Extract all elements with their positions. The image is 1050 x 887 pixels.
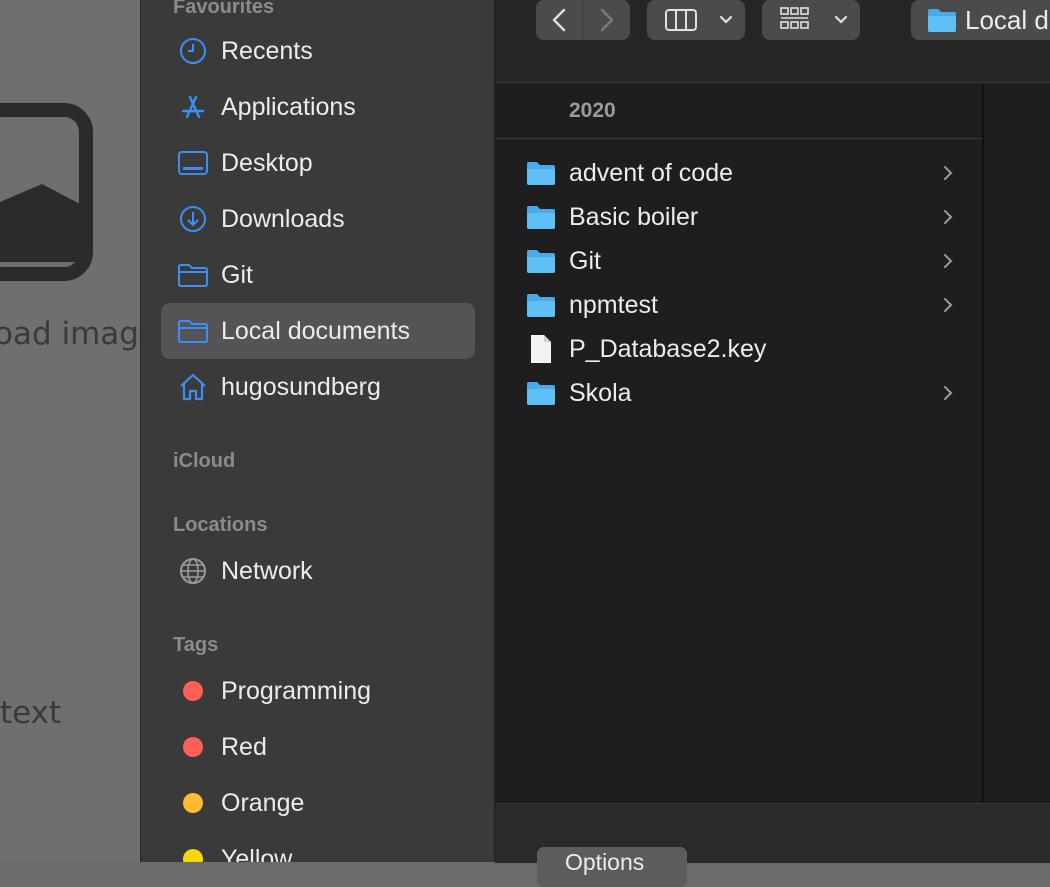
sidebar-item-desktop[interactable]: Desktop [161, 135, 475, 191]
chevron-right-icon [941, 163, 955, 183]
folder-icon [525, 157, 557, 189]
list-item[interactable]: P_Database2.key [525, 327, 955, 371]
folder-icon [177, 315, 209, 347]
sidebar-item-label: hugosundberg [221, 372, 381, 401]
sidebar-item-label: Desktop [221, 148, 313, 177]
columns-view-icon [665, 9, 697, 31]
folder-icon [525, 201, 557, 233]
list-item[interactable]: npmtest [525, 283, 955, 327]
folder-icon [927, 7, 957, 33]
item-label: Git [569, 246, 601, 275]
favourites-title: Favourites [173, 0, 275, 18]
sidebar-item-label: Programming [221, 676, 372, 705]
chevron-down-icon [834, 15, 848, 24]
upload-image-text: oad image [0, 316, 142, 352]
sidebar: Favourites Recents Applications Desktop … [140, 0, 495, 862]
folder-icon [525, 245, 557, 277]
sidebar-item-label: Local documents [221, 316, 411, 345]
sidebar-item-label: Orange [221, 788, 305, 817]
sidebar-item-applications[interactable]: Applications [161, 79, 475, 135]
sidebar-item-downloads[interactable]: Downloads [161, 191, 475, 247]
sidebar-item-tag-yellow[interactable]: Yellow [161, 831, 475, 862]
chevron-left-icon [552, 8, 566, 32]
sidebar-item-git[interactable]: Git [161, 247, 475, 303]
downloads-icon [177, 203, 209, 235]
chevron-right-icon [941, 207, 955, 227]
item-label: P_Database2.key [569, 334, 767, 363]
icloud-title: iCloud [173, 450, 236, 472]
options-button[interactable]: Options [537, 847, 687, 887]
tag-dot-icon [183, 793, 203, 813]
sidebar-item-label: Recents [221, 36, 313, 65]
column-header: 2020 [495, 84, 982, 139]
list-item[interactable]: advent of code [525, 151, 955, 195]
locations-title: Locations [173, 514, 268, 536]
sidebar-item-label: Yellow [221, 844, 293, 863]
text-label: text [0, 695, 62, 731]
path-label: Local documents [965, 4, 1050, 35]
sidebar-item-label: Network [221, 556, 313, 585]
tag-dot-icon [183, 849, 203, 862]
sidebar-item-label: Applications [221, 92, 356, 121]
chevron-right-icon [941, 295, 955, 315]
list-item[interactable]: Basic boiler [525, 195, 955, 239]
sidebar-item-local-documents[interactable]: Local documents [161, 303, 475, 359]
tag-dot-icon [183, 681, 203, 701]
sidebar-item-home[interactable]: hugosundberg [161, 359, 475, 415]
applications-icon [177, 91, 209, 123]
empty-column [984, 84, 1050, 802]
list-item[interactable]: Skola [525, 371, 955, 415]
chevron-right-icon [600, 8, 613, 32]
item-label: advent of code [569, 158, 734, 187]
folder-icon [525, 289, 557, 321]
file-column: 2020 advent of code Basic boiler Git npm… [495, 84, 984, 802]
item-label: npmtest [569, 290, 658, 319]
desktop-icon [177, 147, 209, 179]
group-button[interactable] [762, 0, 860, 40]
grid-group-icon [780, 7, 809, 29]
background-page: oad image text [0, 0, 142, 862]
bottom-bar: Options [495, 803, 1050, 887]
clock-icon [177, 35, 209, 67]
toolbar: Local documents [495, 0, 1050, 83]
sidebar-item-label: Downloads [221, 204, 345, 233]
tag-dot-icon [183, 737, 203, 757]
list-item[interactable]: Git [525, 239, 955, 283]
image-placeholder-icon [0, 102, 94, 282]
folder-icon [525, 377, 557, 409]
forward-button[interactable] [583, 0, 630, 40]
back-button[interactable] [536, 0, 582, 40]
folder-icon [177, 259, 209, 291]
sidebar-item-label: Git [221, 260, 253, 289]
file-browser-main: Local documents 2020 advent of code Basi… [495, 0, 1050, 887]
home-icon [177, 371, 209, 403]
item-label: Basic boiler [569, 202, 699, 231]
sidebar-item-tag-red[interactable]: Red [161, 719, 475, 775]
chevron-right-icon [941, 251, 955, 271]
sidebar-item-network[interactable]: Network [161, 543, 475, 599]
view-mode-button[interactable] [647, 0, 745, 40]
document-icon [525, 333, 557, 365]
chevron-down-icon [719, 15, 733, 24]
chevron-right-icon [941, 383, 955, 403]
sidebar-item-label: Red [221, 732, 267, 761]
options-label: Options [565, 849, 645, 875]
item-label: Skola [569, 378, 632, 407]
path-popup-button[interactable]: Local documents [911, 0, 1050, 40]
column-header-label: 2020 [569, 99, 616, 122]
nav-buttons [536, 0, 630, 40]
tags-title: Tags [173, 634, 219, 656]
globe-icon [177, 555, 209, 587]
sidebar-item-recents[interactable]: Recents [161, 23, 475, 79]
sidebar-item-tag-programming[interactable]: Programming [161, 663, 475, 719]
sidebar-item-tag-orange[interactable]: Orange [161, 775, 475, 831]
